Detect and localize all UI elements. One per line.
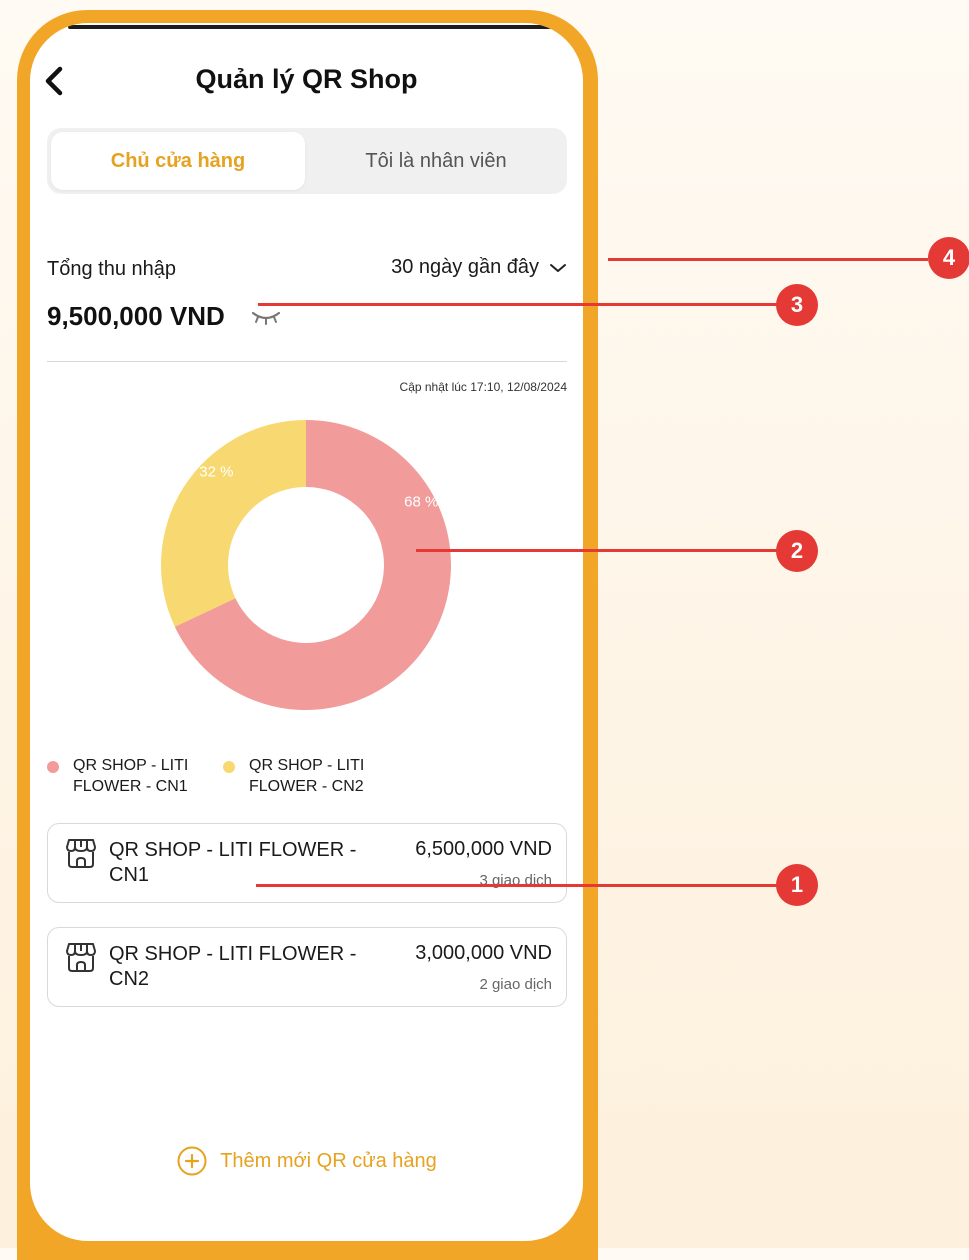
add-qr-store-button[interactable]: Thêm mới QR cửa hàng <box>30 1145 583 1177</box>
add-qr-store-label: Thêm mới QR cửa hàng <box>220 1149 437 1172</box>
tab-staff[interactable]: Tôi là nhân viên <box>309 132 563 190</box>
callout-line-2 <box>416 549 778 552</box>
callout-badge-1: 1 <box>776 864 818 906</box>
last-updated-text: Cập nhật lúc 17:10, 12/08/2024 <box>399 380 567 394</box>
donut-slice-label-1: 68 % <box>404 494 438 511</box>
role-segmented-control: Chủ cửa hàng Tôi là nhân viên <box>47 128 567 194</box>
storefront-icon <box>66 943 96 972</box>
income-donut-chart: 68 % 32 % <box>161 420 451 710</box>
tab-store-owner[interactable]: Chủ cửa hàng <box>51 132 305 190</box>
divider <box>47 361 567 362</box>
callout-line-1 <box>256 884 778 887</box>
plus-circle-icon <box>177 1146 207 1176</box>
total-income-amount: 9,500,000 VND <box>47 301 225 331</box>
legend-dot-cn2 <box>223 761 235 773</box>
legend-label-cn2: QR SHOP - LITI FLOWER - CN2 <box>249 757 365 795</box>
eye-closed-icon <box>251 311 281 325</box>
phone-frame: Quản lý QR Shop Chủ cửa hàng Tôi là nhân… <box>17 10 598 1260</box>
callout-badge-4: 4 <box>928 237 969 279</box>
page-title: Quản lý QR Shop <box>195 64 418 94</box>
period-dropdown[interactable]: 30 ngày gần đây <box>391 256 567 279</box>
app-screen: Quản lý QR Shop Chủ cửa hàng Tôi là nhân… <box>30 23 583 1241</box>
shop-name: QR SHOP - LITI FLOWER - CN2 <box>109 943 357 990</box>
callout-badge-2: 2 <box>776 530 818 572</box>
shop-card-cn2[interactable]: QR SHOP - LITI FLOWER - CN2 3,000,000 VN… <box>47 927 567 1007</box>
chart-legend: QR SHOP - LITI FLOWER - CN1 QR SHOP - LI… <box>47 755 567 805</box>
toggle-visibility-button[interactable] <box>249 307 283 329</box>
donut-slice-2 <box>161 420 306 627</box>
callout-line-3 <box>258 303 778 306</box>
period-dropdown-label: 30 ngày gần đây <box>391 256 539 278</box>
shop-transaction-count: 2 giao dịch <box>479 976 552 993</box>
legend-label-cn1: QR SHOP - LITI FLOWER - CN1 <box>73 757 189 795</box>
shop-name: QR SHOP - LITI FLOWER - CN1 <box>109 839 357 886</box>
shop-card-cn1[interactable]: QR SHOP - LITI FLOWER - CN1 6,500,000 VN… <box>47 823 567 903</box>
shop-amount: 6,500,000 VND <box>415 838 552 860</box>
legend-dot-cn1 <box>47 761 59 773</box>
shop-amount: 3,000,000 VND <box>415 942 552 964</box>
chevron-down-icon <box>550 263 566 272</box>
storefront-icon <box>66 839 96 868</box>
status-bar-edge <box>68 25 564 29</box>
callout-line-4 <box>608 258 928 261</box>
donut-slice-label-2: 32 % <box>199 463 233 480</box>
total-income-label: Tổng thu nhập <box>47 258 176 280</box>
callout-badge-3: 3 <box>776 284 818 326</box>
